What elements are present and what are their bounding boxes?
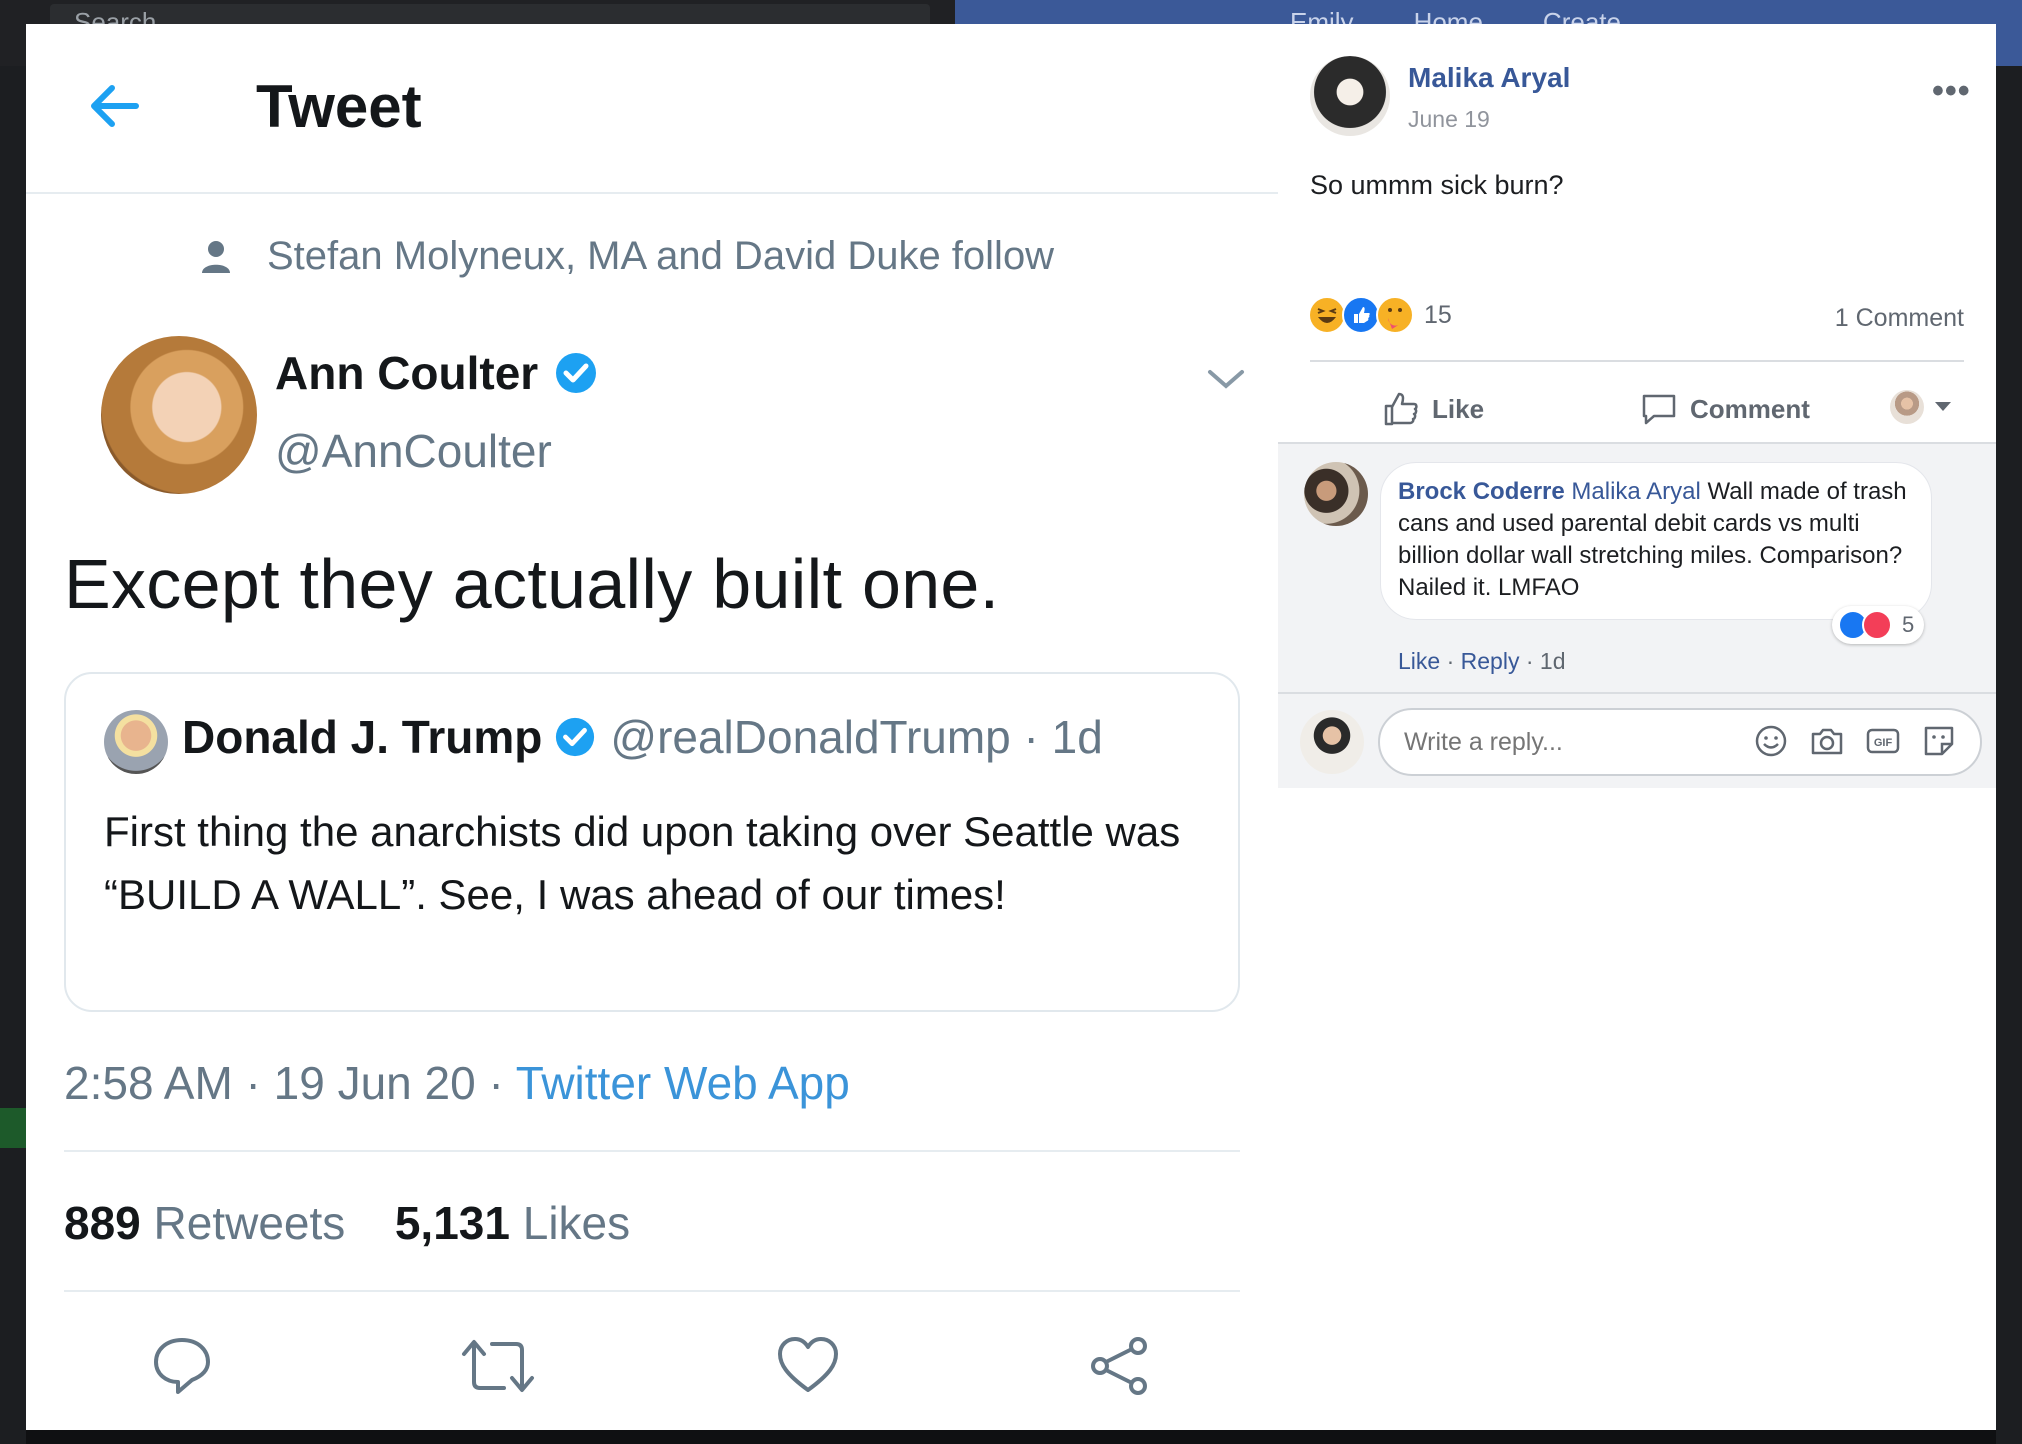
divider bbox=[1310, 360, 1964, 362]
like-count[interactable]: 5,131 bbox=[395, 1197, 510, 1249]
like-label[interactable]: Likes bbox=[523, 1197, 630, 1249]
comment-reactions[interactable]: 5 bbox=[1832, 606, 1924, 644]
avatar bbox=[1890, 390, 1924, 424]
gif-icon[interactable]: GIF bbox=[1866, 724, 1900, 758]
retweet-count[interactable]: 889 bbox=[64, 1197, 141, 1249]
reaction-count[interactable]: 15 bbox=[1424, 301, 1452, 330]
divider bbox=[64, 1150, 1240, 1152]
comment-mention[interactable]: Malika Aryal bbox=[1571, 478, 1700, 505]
post-date[interactable]: June 19 bbox=[1408, 106, 1490, 133]
comment-reply-link[interactable]: Reply bbox=[1461, 648, 1520, 674]
quoted-author-avatar[interactable] bbox=[104, 710, 168, 774]
author-avatar[interactable] bbox=[101, 336, 257, 494]
haha-reaction-icon bbox=[1308, 296, 1346, 334]
retweet-label[interactable]: Retweets bbox=[154, 1197, 346, 1249]
page-title: Tweet bbox=[256, 73, 422, 140]
post-author-avatar[interactable] bbox=[1310, 56, 1390, 136]
post-side-panel: Malika Aryal June 19 ••• So ummm sick bu… bbox=[1278, 24, 1996, 1430]
like-button-label: Like bbox=[1432, 393, 1485, 424]
background-bottom-strip bbox=[26, 1430, 1996, 1444]
tweet-source-link[interactable]: Twitter Web App bbox=[516, 1057, 850, 1109]
reply-icon[interactable] bbox=[150, 1334, 214, 1398]
chevron-down-icon[interactable] bbox=[1206, 364, 1246, 394]
divider bbox=[1278, 692, 1996, 694]
heart-icon[interactable] bbox=[776, 1334, 840, 1398]
quoted-tweet-text: First thing the anarchists did upon taki… bbox=[104, 808, 1181, 918]
comment-button-label: Comment bbox=[1690, 393, 1810, 424]
reaction-summary[interactable]: 15 bbox=[1308, 296, 1452, 334]
back-arrow-icon[interactable] bbox=[84, 76, 144, 136]
reply-input-icons: GIF bbox=[1754, 724, 1956, 758]
tweet-timestamp: 2:58 AM · 19 Jun 20 · Twitter Web App bbox=[64, 1056, 850, 1110]
current-user-avatar bbox=[1300, 710, 1364, 774]
retweet-icon[interactable] bbox=[460, 1334, 536, 1398]
divider bbox=[64, 1290, 1240, 1292]
social-context: Stefan Molyneux, MA and David Duke follo… bbox=[201, 234, 1054, 279]
comment-icon bbox=[1642, 394, 1676, 425]
background-green-block bbox=[0, 1108, 26, 1148]
quoted-tweet-header: Donald J. Trump @realDonaldTrump · 1d bbox=[182, 710, 1103, 764]
caret-down-icon bbox=[1935, 402, 1951, 411]
post-action-bar: Like Comment bbox=[1310, 380, 1964, 440]
love-reaction-icon bbox=[1862, 610, 1892, 640]
person-icon bbox=[202, 240, 230, 273]
social-context-text: Stefan Molyneux, MA and David Duke follo… bbox=[267, 234, 1055, 278]
more-options-icon[interactable]: ••• bbox=[1932, 72, 1971, 111]
quoted-author-handle[interactable]: @realDonaldTrump · 1d bbox=[610, 710, 1102, 764]
tweet-header: Tweet bbox=[26, 24, 1278, 194]
reply-input-box[interactable]: GIF bbox=[1378, 708, 1982, 776]
tweet-screenshot: Tweet Stefan Molyneux, MA and David Duke… bbox=[26, 24, 1278, 1430]
svg-text:GIF: GIF bbox=[1874, 737, 1893, 749]
quoted-tweet[interactable]: Donald J. Trump @realDonaldTrump · 1d Fi… bbox=[64, 672, 1240, 1012]
verified-badge-icon bbox=[556, 717, 595, 757]
author-name[interactable]: Ann Coulter bbox=[275, 346, 538, 400]
comment-like-link[interactable]: Like bbox=[1398, 648, 1440, 674]
tweet-time: 2:58 AM · 19 Jun 20 · bbox=[64, 1057, 516, 1109]
like-button[interactable]: Like bbox=[1382, 390, 1484, 428]
verified-badge-icon bbox=[556, 353, 597, 393]
quoted-author-name[interactable]: Donald J. Trump bbox=[182, 710, 542, 764]
comment-actions: Like · Reply · 1d bbox=[1398, 648, 1566, 674]
author-handle[interactable]: @AnnCoulter bbox=[275, 424, 552, 478]
camera-icon[interactable] bbox=[1810, 724, 1844, 758]
sticker-icon[interactable] bbox=[1922, 724, 1956, 758]
reaction-profile-selector[interactable] bbox=[1890, 390, 1964, 424]
like-reaction-icon bbox=[1342, 296, 1380, 334]
tweet-stats: 889 Retweets 5,131 Likes bbox=[64, 1196, 630, 1250]
post-text: So ummm sick burn? bbox=[1310, 170, 1564, 200]
comment-count[interactable]: 1 Comment bbox=[1835, 304, 1964, 333]
comment-time[interactable]: 1d bbox=[1540, 648, 1566, 674]
tweet-action-bar bbox=[26, 1334, 1278, 1414]
reply-input[interactable] bbox=[1404, 728, 1726, 757]
photo-viewer-modal: Tweet Stefan Molyneux, MA and David Duke… bbox=[26, 24, 1996, 1430]
comment-button[interactable]: Comment bbox=[1640, 390, 1810, 428]
comment-text: Brock Coderre Malika Aryal Wall made of … bbox=[1398, 476, 1918, 604]
share-icon[interactable] bbox=[1088, 1334, 1152, 1398]
care-reaction-icon bbox=[1376, 296, 1414, 334]
comment-reaction-count: 5 bbox=[1902, 612, 1915, 637]
comment-author[interactable]: Brock Coderre bbox=[1398, 478, 1565, 505]
emoji-icon[interactable] bbox=[1754, 724, 1788, 758]
commenter-avatar[interactable] bbox=[1304, 462, 1368, 526]
thumbs-up-icon bbox=[1384, 392, 1418, 426]
author-name-row[interactable]: Ann Coulter bbox=[275, 346, 598, 400]
tweet-text: Except they actually built one. bbox=[64, 545, 1000, 623]
post-author-name[interactable]: Malika Aryal bbox=[1408, 62, 1570, 94]
